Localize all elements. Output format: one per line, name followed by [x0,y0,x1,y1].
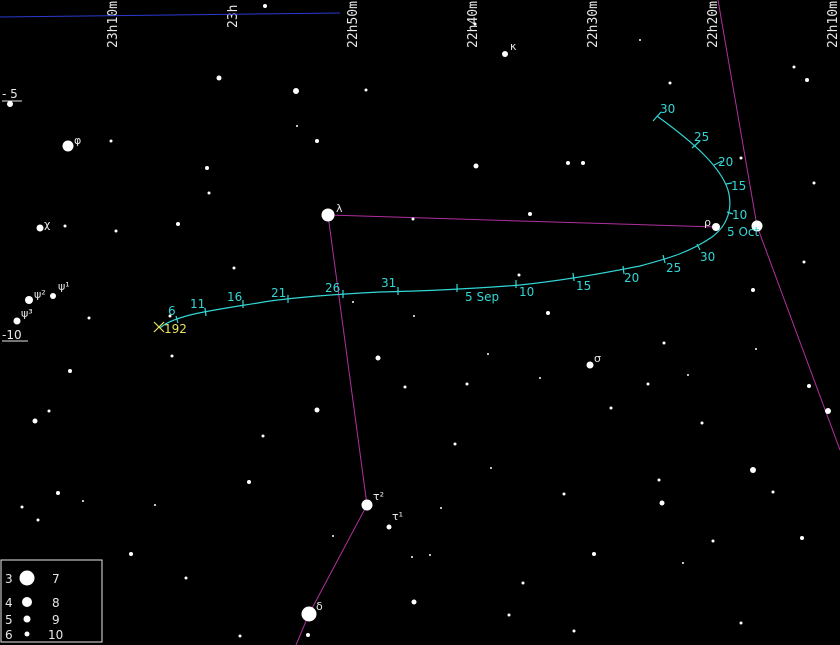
ra-axis: 23h10m 23h 22h50m 22h40m 22h30m 22h20m 2… [106,1,840,48]
star-label-tau2: τ² [373,490,384,503]
star-label-lambda: λ [336,202,343,215]
path-label-21-aug: 21 [271,286,286,300]
path-date-labels: 30 25 20 15 10 5 Oct 30 25 20 15 10 5 Se… [168,102,759,318]
ra-label-22h50m: 22h50m [346,1,361,48]
star-psi1 [50,293,56,299]
ra-label-23h10m: 23h10m [106,1,121,48]
dec-label-minus-5: - 5 [2,87,18,101]
ra-label-23h: 23h [226,5,241,28]
line-lambda-rho [327,214,717,228]
object-marker[interactable]: 192 [153,321,187,336]
legend-mag-8: 8 [52,596,60,610]
line-lambda-tau2 [327,214,368,506]
star-label-psi1: ψ¹ [58,280,70,293]
legend-mag-9: 9 [52,613,60,627]
legend-mag-10: 10 [48,628,63,642]
star-label-tau1: τ¹ [392,510,403,523]
legend-mag-3: 3 [5,572,13,586]
object-number-label: 192 [164,322,187,336]
path-label-31-aug: 31 [381,276,396,290]
path-label-6-aug: 6 [168,304,176,318]
object-path [159,111,734,329]
sky-map: 23h10m 23h 22h50m 22h40m 22h30m 22h20m 2… [0,0,840,645]
star-tau2 [361,499,373,511]
star-labels: κ φ χ ψ² ψ¹ ψ³ λ ρ σ τ² τ¹ δ [21,40,711,613]
star-chi [36,224,44,232]
dec-label-minus-10: -10 [2,328,22,342]
legend-mag-4: 4 [5,596,13,610]
star-sigma [586,361,594,369]
star-rho [712,223,720,231]
path-label-30-sep: 30 [700,250,715,264]
star-delta [301,606,317,622]
ecliptic-line [0,12,341,18]
path-label-20-oct: 20 [718,155,733,169]
path-label-15-sep: 15 [576,279,591,293]
path-label-26-aug: 26 [325,281,340,295]
star-tau1 [386,524,392,530]
legend-mag-6: 6 [5,628,13,642]
path-label-25-oct: 25 [694,130,709,144]
star-psi2 [25,296,33,304]
legend-mag-7: 7 [52,572,60,586]
path-label-20-sep: 20 [624,271,639,285]
ra-label-22h10m: 22h10m [826,1,840,48]
path-label-11-aug: 11 [190,297,205,311]
path-label-5-oct: 5 Oct [727,225,759,239]
ra-label-22h30m: 22h30m [586,1,601,48]
path-label-5-sep: 5 Sep [465,290,499,304]
path-label-25-sep: 25 [666,261,681,275]
star-phi [62,140,74,152]
line-tau2-delta [295,504,368,645]
dec-axis: - 5 -10 [2,87,28,342]
star-psi3 [13,317,21,325]
path-label-16-aug: 16 [227,290,242,304]
ra-label-22h20m: 22h20m [706,1,721,48]
star-label-phi: φ [74,134,81,147]
star-label-psi2: ψ² [34,288,46,301]
star-label-psi3: ψ³ [21,307,33,320]
star-label-sigma: σ [594,352,601,365]
path-label-15-oct: 15 [731,179,746,193]
star-label-chi: χ [44,218,51,231]
magnitude-legend: 3 4 5 6 7 8 9 10 [0,559,103,643]
star-label-kappa: κ [510,40,517,53]
path-label-30-oct: 30 [660,102,675,116]
legend-mag-5: 5 [5,613,13,627]
named-stars [13,140,763,622]
constellation-lines [295,0,840,645]
path-label-10-oct: 10 [732,208,747,222]
star-chart[interactable]: 23h10m 23h 22h50m 22h40m 22h30m 22h20m 2… [0,0,840,645]
background-stars [7,4,831,638]
star-lambda [321,208,335,222]
ra-label-22h40m: 22h40m [466,1,481,48]
star-label-delta: δ [316,600,323,613]
path-label-10-sep: 10 [519,285,534,299]
star-label-rho: ρ [704,216,711,229]
